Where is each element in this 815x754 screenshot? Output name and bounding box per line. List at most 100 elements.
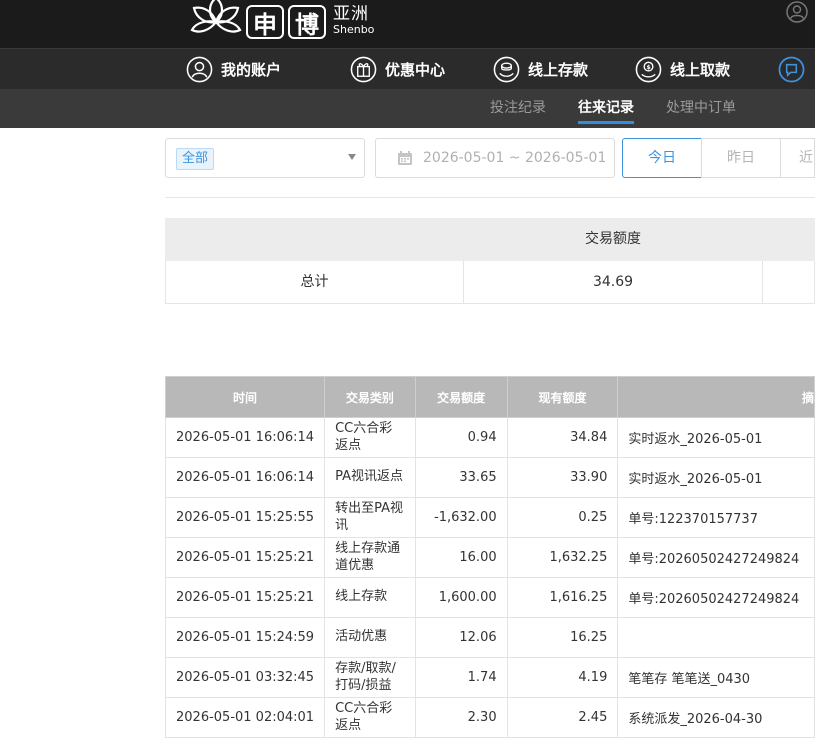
cell-remark: 单号:20260502427249824 [617,577,815,618]
cell-type: PA视讯返点 [324,457,416,498]
date-range-value: 2026-05-01 ~ 2026-05-01 [423,150,607,166]
cell-amount: 12.06 [414,617,508,658]
transaction-type-select[interactable]: 全部 [165,138,365,178]
selected-type-tag[interactable]: 全部 [176,148,215,170]
cell-type: CC六合彩返点 [324,417,416,458]
cell-remark: 笔笔存 笔笔送_0430 [617,657,815,698]
cell-amount: 1,600.00 [414,577,508,618]
cell-time: 2026-05-01 03:32:45 [164,657,326,698]
cell-amount: 33.65 [414,457,508,498]
cell-amount: 16.00 [414,537,508,578]
calendar-icon [398,151,412,165]
cell-balance: 2.45 [506,697,619,738]
table-row: 2026-05-01 15:25:21 线上存款 1,600.00 1,616.25 单… [164,577,815,618]
tab-pending-orders[interactable]: 处理中订单 [666,89,736,128]
cell-remark: 实时返水_2026-05-01 [617,457,815,498]
logo-char-bo: 博 [288,5,326,39]
nav-label: 我的账户 [221,61,282,79]
cell-type: 活动优惠 [324,617,416,658]
sub-nav: 投注纪录 往来记录 处理中订单 [0,89,815,128]
cell-type: 转出至PA视讯 [324,497,416,538]
cell-type: 线上存款通道优惠 [324,537,416,578]
column-header-remark: 摘 [617,376,815,418]
yesterday-button[interactable]: 昨日 [701,138,781,178]
cell-type: 存款/取款/打码/损益 [324,657,416,698]
table-row: 2026-05-01 15:25:55 转出至PA视讯 -1,632.00 0.25 单… [164,497,815,538]
svg-text:$: $ [646,64,650,71]
cell-balance: 33.90 [506,457,619,498]
logo-char-shen: 申 [246,5,284,39]
nav-messages[interactable] [778,49,813,89]
transaction-table: 时间 交易类别 交易额度 现有额度 摘 2026-05-01 16:06:14 C… [164,376,815,738]
summary-header-label: 交易额度 [585,231,641,247]
cell-amount: 2.30 [414,697,508,738]
nav-label: 优惠中心 [385,61,446,79]
cell-amount: 0.94 [414,417,508,458]
logo-cn: 亚洲 [333,4,369,25]
site-logo[interactable]: 申 博 亚洲 Shenbo [186,0,374,40]
recent-button[interactable]: 近 [780,138,815,178]
user-circle-icon [186,56,213,83]
table-row: 2026-05-01 15:25:21 线上存款通道优惠 16.00 1,632.25… [164,537,815,578]
column-header-time: 时间 [164,376,326,418]
column-header-balance: 现有额度 [506,376,619,418]
nav-label: 线上取款 [670,61,731,79]
column-header-amount: 交易额度 [414,376,508,418]
cell-time: 2026-05-01 15:25:21 [164,537,326,578]
nav-online-deposit[interactable]: 线上存款 [493,49,588,89]
cell-balance: 1,616.25 [506,577,619,618]
logo-en: Shenbo [333,23,375,37]
table-body: 2026-05-01 16:06:14 CC六合彩返点 0.94 34.84 实时返水_… [164,417,815,738]
cell-remark: 系统派发_2026-04-30 [617,697,815,738]
summary-total-label: 总计 [166,261,464,303]
date-range-picker[interactable]: 2026-05-01 ~ 2026-05-01 [375,138,615,178]
cell-remark: 实时返水_2026-05-01 [617,417,815,458]
nav-my-account[interactable]: 我的账户 [186,49,281,89]
column-header-type: 交易类别 [324,376,416,418]
cell-balance: 0.25 [506,497,619,538]
chevron-down-icon [348,154,356,160]
today-button[interactable]: 今日 [622,138,702,178]
deposit-icon [493,56,520,83]
withdraw-icon: $ [635,56,662,83]
cell-time: 2026-05-01 15:25:21 [164,577,326,618]
cell-amount: 1.74 [414,657,508,698]
cell-remark [617,617,815,658]
table-row: 2026-05-01 15:24:59 活动优惠 12.06 16.25 [164,617,815,658]
cell-time: 2026-05-01 16:06:14 [164,417,326,458]
logo-text: 亚洲 Shenbo [333,4,375,37]
cell-balance: 34.84 [506,417,619,458]
cell-time: 2026-05-01 15:25:55 [164,497,326,538]
tab-bet-records[interactable]: 投注纪录 [490,89,546,128]
tab-transaction-records[interactable]: 往来记录 [578,89,634,128]
cell-time: 2026-05-01 15:24:59 [164,617,326,658]
cell-remark: 单号:122370157737 [617,497,815,538]
summary-row: 总计 34.69 [165,261,815,304]
table-header-row: 时间 交易类别 交易额度 现有额度 摘 [164,376,815,418]
user-profile-icon[interactable] [786,1,808,23]
summary-total-value: 34.69 [464,261,763,303]
cell-type: 线上存款 [324,577,416,618]
flower-logo-icon [190,0,242,33]
table-row: 2026-05-01 16:06:14 PA视讯返点 33.65 33.90 实时返水_… [164,457,815,498]
nav-promotions[interactable]: 优惠中心 [350,49,445,89]
cell-type: CC六合彩返点 [324,697,416,738]
table-row: 2026-05-01 16:06:14 CC六合彩返点 0.94 34.84 实时返水_… [164,417,815,458]
message-icon [778,56,805,83]
cell-balance: 4.19 [506,657,619,698]
cell-time: 2026-05-01 02:04:01 [164,697,326,738]
table-row: 2026-05-01 02:04:01 CC六合彩返点 2.30 2.45 系统派发_2… [164,697,815,738]
cell-balance: 16.25 [506,617,619,658]
cell-balance: 1,632.25 [506,537,619,578]
top-bar: 申 博 亚洲 Shenbo [0,0,815,48]
cell-amount: -1,632.00 [414,497,508,538]
cell-remark: 单号:20260502427249824 [617,537,815,578]
nav-label: 线上存款 [528,61,589,79]
main-nav: 我的账户 优惠中心 线上存款 $ 线上取款 [0,48,815,89]
divider [165,197,815,198]
table-row: 2026-05-01 03:32:45 存款/取款/打码/损益 1.74 4.19 笔笔… [164,657,815,698]
summary-header: 交易额度 [165,218,815,261]
gift-icon [350,56,377,83]
cell-time: 2026-05-01 16:06:14 [164,457,326,498]
nav-online-withdraw[interactable]: $ 线上取款 [635,49,730,89]
